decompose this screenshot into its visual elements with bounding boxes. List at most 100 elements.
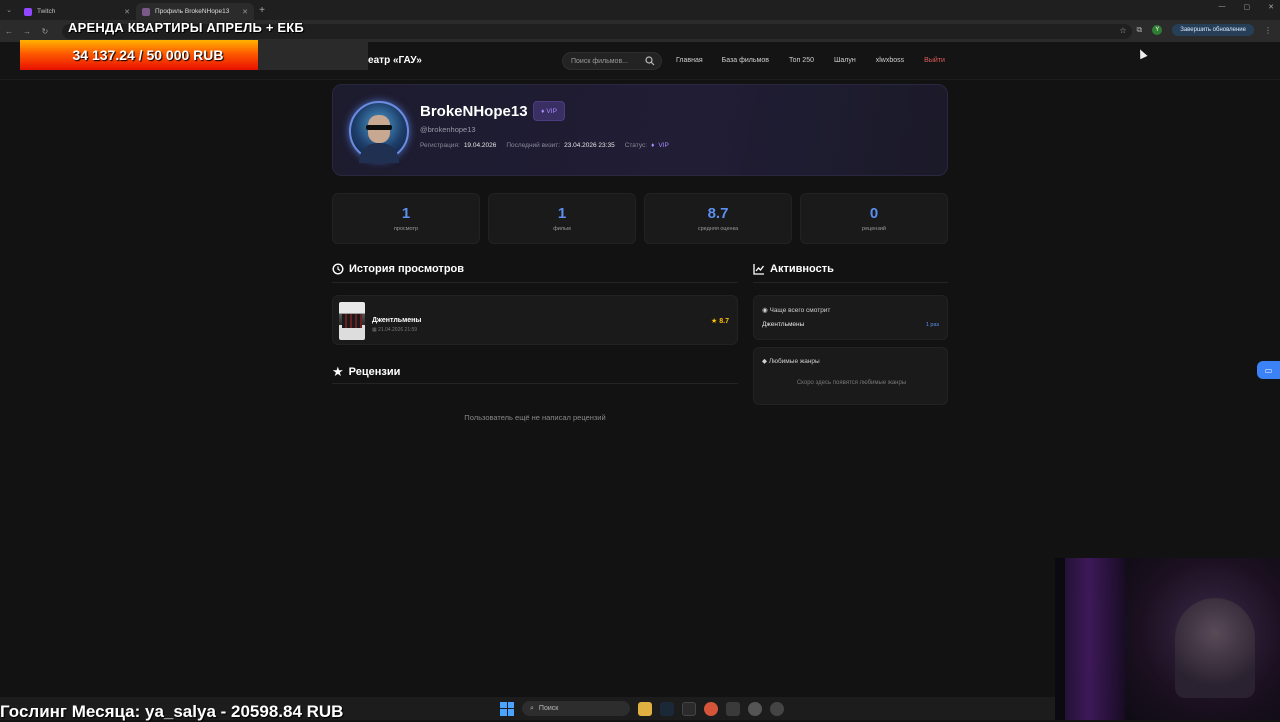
new-tab-icon[interactable]: + bbox=[254, 5, 270, 16]
stat-value: 1 bbox=[401, 205, 411, 222]
profile-meta: Регистрация: 19.04.2026 Последний визит:… bbox=[420, 142, 669, 149]
reg-date: 19.04.2026 bbox=[463, 142, 497, 149]
search-icon: ⌕ bbox=[530, 704, 534, 712]
close-window-icon[interactable]: ✕ bbox=[1268, 3, 1274, 11]
file-explorer-icon[interactable] bbox=[638, 701, 652, 716]
reviews-title: Рецензии bbox=[348, 366, 401, 378]
film-rating: ★ 8.7 bbox=[711, 318, 729, 325]
stat-avg-rating: 8.7 средняя оценка bbox=[644, 193, 792, 244]
tab-twitch[interactable]: Twitch ✕ bbox=[18, 3, 136, 20]
film-poster[interactable] bbox=[339, 302, 365, 340]
vip-badge: ♦ VIP bbox=[533, 101, 565, 121]
windows-start-icon[interactable] bbox=[500, 701, 514, 716]
most-watched-title[interactable]: Джентльмены bbox=[762, 321, 804, 328]
activity-heading: Активность bbox=[753, 263, 834, 275]
history-icon bbox=[332, 263, 344, 275]
last-visit-label: Последний визит: bbox=[506, 142, 561, 149]
history-heading: История просмотров bbox=[332, 263, 464, 275]
tab-search-icon[interactable]: ⌄ bbox=[0, 0, 18, 20]
chat-icon: ▭ bbox=[1264, 365, 1273, 375]
profile-avatar[interactable]: Y bbox=[1152, 25, 1163, 35]
nav-films-db[interactable]: База фильмов bbox=[722, 57, 769, 64]
vip-badge-label: VIP bbox=[546, 107, 557, 115]
divider bbox=[753, 282, 948, 283]
minimize-icon[interactable]: — bbox=[1219, 3, 1226, 11]
stat-label: рецензий bbox=[862, 226, 886, 232]
address-bar-actions: ☆ ⧉ Y Завершить обновление ⋮ bbox=[1119, 24, 1272, 36]
history-item[interactable]: Джентльмены ▦ 21.04.2026 21:59 ★ 8.7 bbox=[332, 295, 738, 345]
stat-views: 1 просмотр bbox=[332, 193, 480, 244]
stat-label: фильм bbox=[553, 226, 571, 232]
twitch-icon bbox=[24, 7, 32, 16]
history-title: История просмотров bbox=[349, 263, 465, 275]
status-label: Статус: bbox=[624, 142, 648, 149]
divider bbox=[332, 383, 738, 384]
profile-username: BrokeNHope13 bbox=[420, 103, 528, 120]
nav-user[interactable]: xlwxboss bbox=[876, 57, 904, 64]
donation-goal-amount: 34 137.24 / 50 000 RUB bbox=[72, 47, 224, 63]
site-favicon-icon bbox=[142, 7, 150, 16]
genres-empty-message: Скоро здесь появятся любимые жанры bbox=[796, 380, 907, 386]
nav-shalun[interactable]: Шалун bbox=[834, 57, 856, 64]
close-icon[interactable]: ✕ bbox=[124, 8, 130, 16]
chrome-icon[interactable] bbox=[682, 701, 696, 716]
reviews-heading: ★ Рецензии bbox=[332, 364, 400, 380]
profile-handle: @brokenhope13 bbox=[420, 125, 476, 134]
search-icon[interactable] bbox=[645, 56, 655, 66]
window-controls: — ▢ ✕ bbox=[1219, 3, 1275, 11]
most-watched-count: 1 раз bbox=[925, 322, 939, 328]
most-watched-card: ◉ Чаще всего смотрит Джентльмены 1 раз bbox=[753, 295, 948, 340]
reg-label: Регистрация: bbox=[420, 142, 460, 149]
favorite-genres-card: ◆ Любимые жанры Скоро здесь появятся люб… bbox=[753, 347, 948, 405]
calendar-icon: ▦ bbox=[372, 327, 377, 333]
app-icon[interactable] bbox=[726, 701, 740, 716]
star-icon: ★ bbox=[711, 318, 718, 325]
nav-top250[interactable]: Топ 250 bbox=[789, 57, 814, 64]
divider bbox=[332, 282, 738, 283]
update-button[interactable]: Завершить обновление bbox=[1172, 24, 1254, 36]
diamond-icon: ♦ bbox=[651, 142, 655, 149]
search-placeholder: Поиск фильмов... bbox=[571, 57, 629, 65]
taskbar-items: ⌕ Поиск bbox=[500, 701, 784, 716]
close-icon[interactable]: ✕ bbox=[242, 8, 248, 16]
main-nav: Главная База фильмов Топ 250 Шалун xlwxb… bbox=[676, 57, 945, 64]
most-watched-label: ◉ Чаще всего смотрит bbox=[762, 307, 831, 314]
search-input[interactable]: Поиск фильмов... bbox=[562, 52, 662, 70]
stat-label: просмотр bbox=[393, 226, 419, 232]
nav-home[interactable]: Главная bbox=[676, 57, 703, 64]
stat-value: 1 bbox=[557, 205, 567, 222]
film-watch-date: ▦ 21.04.2026 21:59 bbox=[372, 327, 418, 333]
top-donator-banner: Гослинг Месяца: ya_salya - 20598.84 RUB bbox=[0, 702, 344, 721]
status-value: VIP bbox=[658, 142, 669, 149]
eye-icon: ◉ bbox=[762, 307, 768, 314]
chat-button[interactable]: ▭ bbox=[1257, 361, 1280, 379]
stat-value: 8.7 bbox=[707, 205, 729, 222]
star-icon: ★ bbox=[332, 364, 344, 379]
reviews-empty-message: Пользователь ещё не написал рецензий bbox=[464, 413, 606, 422]
app-icon[interactable] bbox=[770, 701, 784, 716]
user-avatar bbox=[349, 101, 409, 163]
forward-icon[interactable]: → bbox=[18, 27, 36, 36]
stat-films: 1 фильм bbox=[488, 193, 636, 244]
taskbar-search-label: Поиск bbox=[538, 705, 559, 712]
tab-title: Профиль BrokeNHope13 bbox=[155, 8, 230, 15]
logout-link[interactable]: Выйти bbox=[924, 57, 945, 64]
reload-icon[interactable]: ↻ bbox=[36, 27, 54, 36]
taskbar-search[interactable]: ⌕ Поиск bbox=[522, 701, 630, 716]
activity-title: Активность bbox=[770, 263, 834, 275]
back-icon[interactable]: ← bbox=[0, 27, 18, 36]
extensions-icon[interactable]: ⧉ bbox=[1137, 25, 1143, 35]
browser-tab-bar: ⌄ Twitch ✕ Профиль BrokeNHope13 ✕ + — ▢ … bbox=[0, 0, 1280, 20]
bookmark-star-icon[interactable]: ☆ bbox=[1119, 26, 1126, 35]
steam-icon[interactable] bbox=[660, 701, 674, 716]
stat-value: 0 bbox=[869, 205, 879, 222]
tag-icon: ◆ bbox=[762, 358, 767, 365]
tab-profile[interactable]: Профиль BrokeNHope13 ✕ bbox=[136, 3, 254, 20]
film-title[interactable]: Джентльмены bbox=[372, 317, 421, 324]
maximize-icon[interactable]: ▢ bbox=[1244, 3, 1251, 11]
app-icon[interactable] bbox=[704, 701, 718, 716]
app-icon[interactable] bbox=[748, 701, 762, 716]
donation-goal-title: АРЕНДА КВАРТИРЫ АПРЕЛЬ + ЕКБ bbox=[68, 20, 304, 35]
menu-icon[interactable]: ⋮ bbox=[1264, 26, 1272, 35]
donation-goal-bar: 34 137.24 / 50 000 RUB bbox=[20, 40, 368, 70]
